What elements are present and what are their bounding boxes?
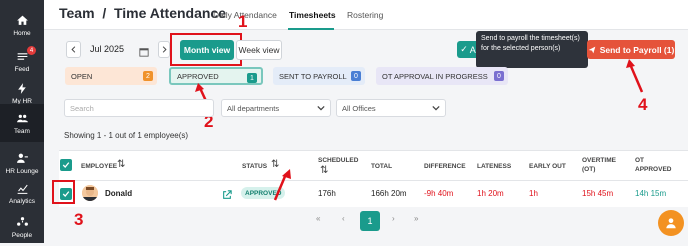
- analytics-icon: [17, 184, 28, 194]
- status-card-count: 0: [351, 71, 361, 81]
- next-page-button[interactable]: ›: [392, 214, 395, 223]
- payroll-tooltip: Send to payroll the timesheet(s) for the…: [476, 31, 588, 68]
- status-card-count: 1: [247, 73, 257, 83]
- header-ot-approved: OT APPROVED: [635, 157, 672, 173]
- sidebar-item-label: Home: [13, 29, 31, 37]
- status-card-ot-approval[interactable]: OT APPROVAL IN PROGRESS 0: [376, 67, 508, 85]
- next-period-button[interactable]: [158, 41, 170, 58]
- status-card-label: OT APPROVAL IN PROGRESS: [382, 71, 488, 81]
- header-early-out: EARLY OUT: [529, 163, 566, 170]
- sidebar-item-people[interactable]: People: [0, 208, 44, 246]
- last-page-button[interactable]: »: [414, 214, 418, 223]
- status-card-count: 0: [494, 71, 504, 81]
- status-card-sent-to-payroll[interactable]: SENT TO PAYROLL 0: [273, 67, 365, 85]
- tab-rostering[interactable]: Rostering: [347, 10, 383, 20]
- status-card-count: 2: [143, 71, 153, 81]
- prev-page-button[interactable]: ‹: [342, 214, 345, 223]
- chevron-down-icon: [317, 105, 325, 111]
- week-view-button[interactable]: Week view: [236, 40, 282, 60]
- status-card-label: APPROVED: [177, 71, 219, 81]
- offices-value: All Offices: [342, 103, 376, 113]
- annotation-number-4: 4: [638, 95, 648, 114]
- feed-badge: 4: [27, 46, 36, 55]
- cell-ot-approved: 14h 15m: [635, 189, 667, 198]
- period-label: Jul 2025: [90, 44, 125, 54]
- calendar-icon[interactable]: [139, 44, 149, 62]
- departments-select[interactable]: All departments: [221, 99, 331, 117]
- send-icon: [588, 46, 596, 53]
- header-lateness: LATENESS: [477, 163, 512, 170]
- annotation-arrow-status: [273, 169, 291, 201]
- first-page-button[interactable]: «: [316, 214, 320, 223]
- send-to-payroll-button[interactable]: Send to Payroll (1): [587, 40, 675, 59]
- search-input[interactable]: Search: [64, 99, 214, 117]
- header-employee[interactable]: EMPLOYEE: [81, 162, 117, 171]
- status-card-label: SENT TO PAYROLL: [279, 71, 347, 81]
- page-title: Team / Time Attendance: [59, 5, 227, 21]
- sidebar-item-label: People: [11, 231, 33, 239]
- status-card-label: OPEN: [71, 71, 93, 81]
- check-icon: [62, 162, 70, 168]
- sidebar: Home 4 Feed My HR Team HR Lounge Analyti…: [0, 0, 44, 243]
- header-difference: DIFFERENCE: [424, 163, 466, 170]
- cell-total: 166h 20m: [371, 189, 407, 198]
- annotation-number-1: 1: [238, 12, 248, 31]
- cell-overtime: 15h 45m: [582, 189, 614, 198]
- employee-name[interactable]: Donald: [105, 189, 132, 198]
- annotation-arrow-4: [626, 59, 644, 93]
- header-scheduled[interactable]: SCHEDULED: [318, 156, 358, 165]
- lounge-icon: [16, 153, 28, 163]
- sort-icon[interactable]: ⇅: [117, 159, 125, 170]
- sidebar-item-label: Feed: [14, 65, 30, 73]
- table-divider: [59, 180, 688, 181]
- person-icon: [666, 218, 676, 229]
- sidebar-item-analytics[interactable]: Analytics: [0, 174, 44, 212]
- chevron-left-icon: [71, 46, 76, 53]
- header-total: TOTAL: [371, 163, 393, 170]
- cell-early-out: 1h: [529, 189, 538, 198]
- sort-icon[interactable]: ⇅: [320, 165, 328, 176]
- sidebar-item-home[interactable]: Home: [0, 6, 44, 44]
- check-icon: ✓: [460, 44, 468, 54]
- external-link-icon[interactable]: [222, 187, 232, 205]
- annotation-number-3: 3: [74, 210, 84, 229]
- sidebar-item-team[interactable]: Team: [0, 104, 44, 142]
- send-to-payroll-label: Send to Payroll (1): [599, 44, 675, 55]
- team-icon: [16, 114, 28, 122]
- cell-lateness: 1h 20m: [477, 189, 504, 198]
- prev-period-button[interactable]: [66, 41, 81, 58]
- avatar: [82, 185, 98, 201]
- page-1-button[interactable]: 1: [360, 211, 380, 231]
- home-icon: [16, 15, 28, 25]
- cell-scheduled: 176h: [318, 189, 336, 198]
- profile-fab-button[interactable]: [658, 210, 684, 236]
- offices-select[interactable]: All Offices: [336, 99, 446, 117]
- annotation-box-3: [52, 180, 75, 204]
- sidebar-item-label: Analytics: [8, 197, 35, 205]
- departments-value: All departments: [227, 103, 280, 113]
- cell-difference: -9h 40m: [424, 189, 454, 198]
- main-content: Team / Time Attendance Daily Attendance …: [44, 0, 688, 243]
- people-icon: [16, 216, 28, 226]
- select-all-checkbox[interactable]: [60, 159, 72, 171]
- bolt-icon: [17, 82, 26, 94]
- chevron-down-icon: [432, 105, 440, 111]
- chevron-right-icon: [162, 46, 167, 53]
- status-card-open[interactable]: OPEN 2: [65, 67, 157, 85]
- top-bar: Team / Time Attendance Daily Attendance …: [44, 0, 688, 30]
- sidebar-item-label: Team: [14, 127, 30, 135]
- header-status[interactable]: STATUS: [242, 162, 267, 171]
- header-overtime: OVERTIME (OT): [582, 157, 616, 173]
- active-tab-indicator: [288, 28, 334, 30]
- month-view-button[interactable]: Month view: [180, 40, 234, 60]
- results-count: Showing 1 - 1 out of 1 employee(s): [64, 131, 189, 140]
- timesheet-table: EMPLOYEE ⇅ STATUS ⇅ SCHEDULED ⇅ TOTAL DI…: [59, 150, 688, 207]
- approve-label: A: [469, 44, 476, 55]
- tab-timesheets[interactable]: Timesheets: [289, 10, 336, 20]
